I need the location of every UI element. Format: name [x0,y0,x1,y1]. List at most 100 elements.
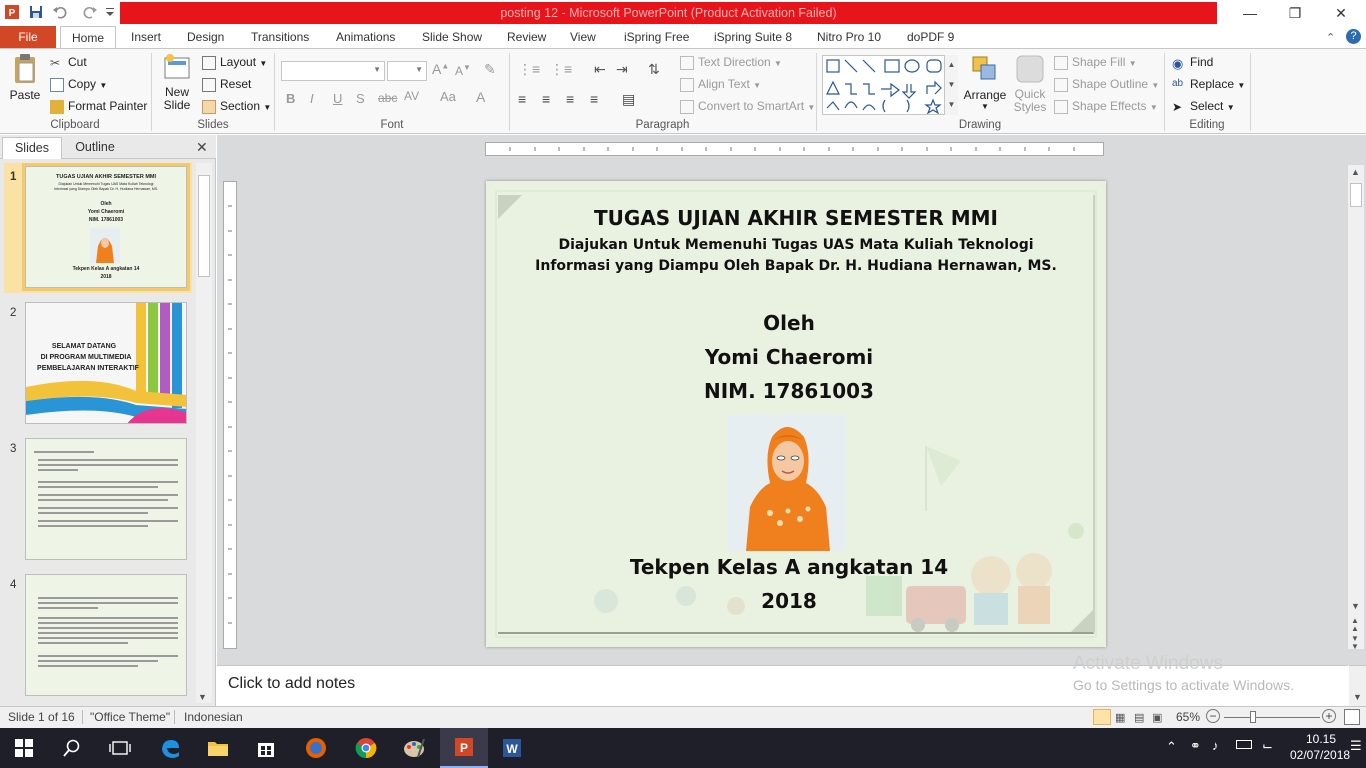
clock-time[interactable]: 10.15 [1306,732,1336,746]
task-view-icon[interactable] [96,728,144,768]
bold-button[interactable]: B [286,91,295,106]
next-slide-icon[interactable]: ▼ ▼ [1351,635,1359,651]
scroll-down-icon[interactable]: ▼ [1351,601,1360,611]
word-taskbar-icon[interactable]: W [488,728,536,768]
redo-icon[interactable] [82,4,98,20]
center-button[interactable]: ≡ [542,91,550,107]
powerpoint-app-icon[interactable]: P [4,4,20,20]
tab-dopdf[interactable]: doPDF 9 [897,26,964,48]
author-photo[interactable] [728,415,846,551]
select-button[interactable]: ➤ Select ▼ [1172,99,1235,114]
shrink-font-button[interactable]: A▼ [455,63,471,78]
arrange-button[interactable]: Arrange ▼ [962,53,1008,115]
decrease-indent-button[interactable]: ⇤ [594,61,606,78]
volume-icon[interactable]: ♪ [1212,738,1219,753]
restore-button[interactable]: ❐ [1272,0,1318,26]
quick-styles-button[interactable]: Quick Styles [1010,53,1050,115]
italic-button[interactable]: I [310,91,314,106]
save-icon[interactable] [28,4,44,20]
windows-start-icon[interactable] [0,728,48,768]
tab-view[interactable]: View [560,26,606,48]
battery-icon[interactable] [1236,740,1252,749]
slide-oleh[interactable]: Oleh [486,311,1099,335]
scroll-up-icon[interactable]: ▲ [1351,167,1360,177]
notes-scrollbar[interactable]: ▼ [1349,665,1366,706]
scroll-thumb[interactable] [198,175,210,277]
tab-outline[interactable]: Outline [64,137,126,159]
scroll-down-icon[interactable]: ▼ [198,692,207,702]
close-button[interactable]: ✕ [1318,0,1364,26]
reading-view-button[interactable]: ▤ [1134,711,1144,724]
text-direction-button[interactable]: Text Direction ▼ [680,55,782,70]
tab-ispring-suite[interactable]: iSpring Suite 8 [704,26,802,48]
find-button[interactable]: ◉ Find [1172,55,1213,71]
slide-thumbnail-3[interactable] [25,438,187,560]
slide-subtitle-line-2[interactable]: Informasi yang Diampu Oleh Bapak Dr. H. … [486,258,1106,274]
align-text-button[interactable]: Align Text ▼ [680,77,761,92]
layout-button[interactable]: Layout ▼ [202,55,267,70]
clear-formatting-button[interactable]: ✎ [484,61,496,78]
paint-app-icon[interactable] [390,728,438,768]
tab-transitions[interactable]: Transitions [241,26,319,48]
section-button[interactable]: Section ▼ [202,99,271,114]
shape-fill-button[interactable]: Shape Fill ▼ [1054,55,1137,70]
change-case-button[interactable]: Aa [440,89,456,104]
shapes-gallery[interactable] [822,55,958,115]
strikethrough-button[interactable]: abc [378,91,397,105]
line-spacing-button[interactable]: ⇅ [648,61,660,78]
cut-button[interactable]: ✂ Cut [50,55,87,70]
scroll-down-icon[interactable]: ▼ [1353,692,1362,702]
undo-icon[interactable] [52,4,68,20]
minimize-button[interactable]: — [1227,0,1273,26]
numbering-button[interactable]: ⋮≡ [550,61,572,78]
minimize-ribbon-icon[interactable]: ⌃ [1326,31,1335,44]
edge-browser-icon[interactable] [146,728,194,768]
tab-nitro-pro[interactable]: Nitro Pro 10 [807,26,891,48]
file-explorer-icon[interactable] [194,728,242,768]
slide-scrollbar[interactable]: ▲ ▼ ▲ ▲ ▼ ▼ [1348,165,1364,651]
tab-slides[interactable]: Slides [2,137,62,159]
slide-sorter-view-button[interactable]: ▦ [1115,711,1125,724]
slide-nim[interactable]: NIM. 17861003 [486,379,1099,403]
bullets-button[interactable]: ⋮≡ [518,61,540,78]
tab-file[interactable]: File [0,26,56,48]
slide-thumbnail-4[interactable] [25,574,187,696]
slide-title[interactable]: TUGAS UJIAN AKHIR SEMESTER MMI [486,206,1106,230]
shape-effects-button[interactable]: Shape Effects ▼ [1054,99,1158,114]
tab-ispring-free[interactable]: iSpring Free [614,26,699,48]
copy-button[interactable]: Copy ▼ [50,77,107,92]
slide-canvas[interactable]: TUGAS UJIAN AKHIR SEMESTER MMI Diajukan … [486,181,1106,647]
zoom-slider[interactable] [1224,717,1320,718]
clock-date[interactable]: 02/07/2018 [1290,748,1350,762]
close-pane-icon[interactable]: ✕ [196,139,208,156]
tab-home[interactable]: Home [60,26,116,48]
notes-pane[interactable]: Click to add notes Activate Windows Go t… [217,653,1348,706]
store-icon[interactable] [242,728,290,768]
slide-year[interactable]: 2018 [486,589,1099,613]
slide-thumbnail-1[interactable]: TUGAS UJIAN AKHIR SEMESTER MMI Diajukan … [22,163,190,291]
align-right-button[interactable]: ≡ [566,91,574,107]
underline-button[interactable]: U [333,91,342,106]
tab-review[interactable]: Review [497,26,556,48]
tab-design[interactable]: Design [177,26,234,48]
convert-smartart-button[interactable]: Convert to SmartArt ▼ [680,99,815,114]
slides-pane-scrollbar[interactable] [196,163,212,703]
normal-view-button[interactable] [1093,709,1111,725]
replace-button[interactable]: ab Replace ▼ [1172,77,1245,92]
columns-button[interactable]: ▤ [622,91,635,108]
zoom-out-icon[interactable]: − [1206,709,1220,723]
slide-show-button[interactable]: ▣ [1152,711,1162,724]
firefox-icon[interactable] [292,728,340,768]
font-name-combo[interactable]: ▼ [281,61,385,81]
zoom-level[interactable]: 65% [1176,710,1200,724]
scroll-thumb[interactable] [1350,183,1362,207]
people-icon[interactable]: ⚭ [1190,738,1201,754]
wifi-icon[interactable]: ⌙ [1262,738,1273,754]
fit-to-window-icon[interactable] [1344,709,1360,725]
help-icon[interactable]: ? [1346,29,1361,44]
align-left-button[interactable]: ≡ [518,91,526,107]
slide-author-name[interactable]: Yomi Chaeromi [486,345,1099,369]
reset-button[interactable]: Reset [202,77,251,92]
language-indicator[interactable]: Indonesian [184,710,243,724]
zoom-slider-thumb[interactable] [1250,711,1256,723]
